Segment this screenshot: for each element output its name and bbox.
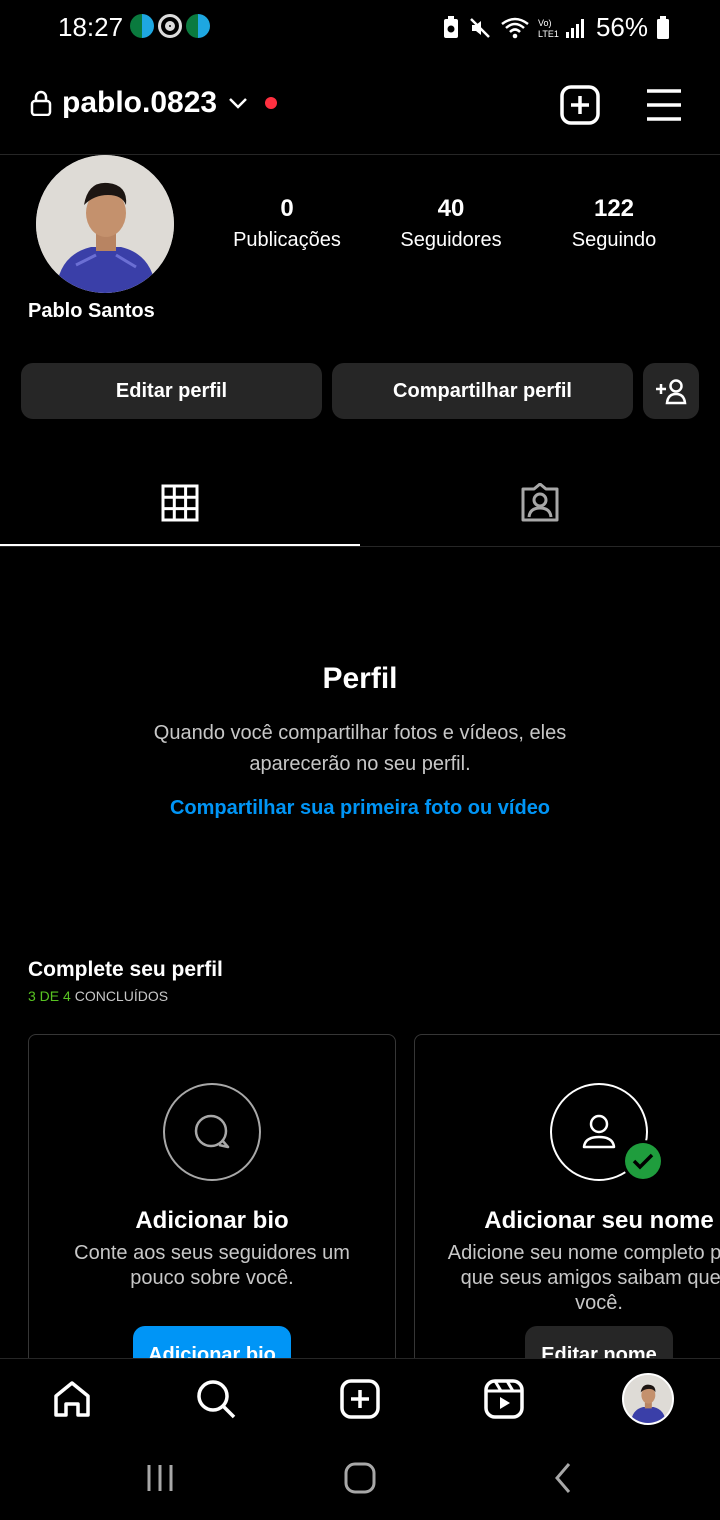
avatar-photo xyxy=(624,1375,672,1423)
stat-following-label: Seguindo xyxy=(571,229,657,251)
stat-following[interactable]: 122 Seguindo xyxy=(539,195,689,252)
nav-home[interactable] xyxy=(46,1373,98,1425)
back-chevron-icon xyxy=(555,1463,571,1493)
status-notification-icons xyxy=(130,14,210,38)
target-notification-icon xyxy=(158,14,182,38)
add-post-icon xyxy=(560,85,600,125)
chevron-down-icon xyxy=(229,98,247,109)
lock-icon xyxy=(30,90,52,116)
add-bio-card: Adicionar bio Conte aos seus seguidores … xyxy=(28,1034,396,1374)
edit-profile-button[interactable]: Editar perfil xyxy=(21,363,322,419)
system-navigation xyxy=(0,1438,720,1520)
nav-reels[interactable] xyxy=(478,1373,530,1425)
recent-apps-icon xyxy=(147,1465,173,1491)
recent-apps-button[interactable] xyxy=(135,1458,185,1498)
nav-create[interactable] xyxy=(334,1373,386,1425)
profile-avatar[interactable] xyxy=(36,155,174,293)
home-icon xyxy=(54,1381,90,1417)
search-icon xyxy=(197,1380,236,1419)
bottom-navigation xyxy=(0,1358,720,1438)
complete-profile-title: Complete seu perfil xyxy=(28,958,223,981)
app-notification-icon xyxy=(130,14,154,38)
progress-count: 3 DE 4 xyxy=(28,988,71,1004)
display-name: Pablo Santos xyxy=(28,300,155,322)
create-icon xyxy=(340,1379,380,1419)
home-square-icon xyxy=(344,1462,376,1494)
progress-label: CONCLUÍDOS xyxy=(74,988,169,1004)
status-system-icons: Vo) LTE1 56% xyxy=(442,12,670,43)
card-description: Conte aos seus seguidores um pouco sobre… xyxy=(74,1242,350,1289)
grid-icon xyxy=(161,484,199,522)
nav-profile[interactable] xyxy=(622,1373,674,1425)
wifi-icon xyxy=(501,17,529,38)
svg-text:LTE1: LTE1 xyxy=(538,29,559,39)
reels-icon xyxy=(484,1379,524,1419)
share-profile-button[interactable]: Compartilhar perfil xyxy=(332,363,633,419)
battery-saver-icon xyxy=(443,15,458,38)
stat-posts-value: 0 xyxy=(280,195,294,222)
menu-icon xyxy=(647,89,681,121)
notification-dot xyxy=(265,97,278,109)
share-first-post-link[interactable]: Compartilhar sua primeira foto ou vídeo xyxy=(0,797,720,820)
card-icon-circle xyxy=(163,1083,261,1181)
add-name-card: Adicionar seu nome Adicione seu nome com… xyxy=(414,1034,720,1374)
add-post-button[interactable] xyxy=(557,82,603,128)
status-bar: 18:27 Vo) LTE1 56% xyxy=(0,0,720,58)
person-icon xyxy=(582,1114,616,1149)
account-switcher[interactable]: pablo.0823 xyxy=(30,86,278,120)
tabs-divider xyxy=(0,546,720,547)
stat-posts[interactable]: 0 Publicações xyxy=(212,195,362,252)
battery-percentage: 56% xyxy=(595,12,648,42)
speech-bubble-icon xyxy=(194,1114,230,1149)
discover-people-button[interactable] xyxy=(643,363,699,419)
tagged-icon xyxy=(521,483,559,522)
add-person-icon xyxy=(656,379,687,405)
stat-followers-value: 40 xyxy=(437,195,465,222)
profile-tabs xyxy=(0,460,720,547)
tab-tagged[interactable] xyxy=(360,460,720,546)
avatar-photo xyxy=(36,155,174,293)
lte-signal-icon: Vo)LTE1 xyxy=(538,18,584,39)
card-description: Adicione seu nome completo para que seus… xyxy=(447,1242,720,1314)
svg-text:Vo): Vo) xyxy=(538,18,552,28)
username: pablo.0823 xyxy=(62,86,218,119)
tab-grid[interactable] xyxy=(0,460,360,546)
profile-avatar-small xyxy=(622,1373,674,1425)
battery-icon xyxy=(657,15,669,39)
complete-profile-progress: 3 DE 4 CONCLUÍDOS xyxy=(28,988,168,1004)
mute-icon xyxy=(470,17,490,38)
home-button[interactable] xyxy=(335,1458,385,1498)
stat-followers[interactable]: 40 Seguidores xyxy=(376,195,526,252)
card-title: Adicionar bio xyxy=(135,1207,289,1234)
status-time: 18:27 xyxy=(58,12,124,42)
nav-search[interactable] xyxy=(190,1373,242,1425)
checkmark-badge-icon xyxy=(622,1140,664,1182)
stat-posts-label: Publicações xyxy=(233,229,341,251)
profile-header: pablo.0823 xyxy=(0,72,720,138)
back-button[interactable] xyxy=(538,1458,588,1498)
card-title: Adicionar seu nome xyxy=(484,1207,714,1234)
stat-followers-label: Seguidores xyxy=(400,229,502,251)
empty-state-description: Quando você compartilhar fotos e vídeos,… xyxy=(153,722,567,775)
menu-button[interactable] xyxy=(641,82,687,128)
stat-following-value: 122 xyxy=(593,195,635,222)
empty-state-title: Perfil xyxy=(322,662,398,695)
app-notification-icon xyxy=(186,14,210,38)
